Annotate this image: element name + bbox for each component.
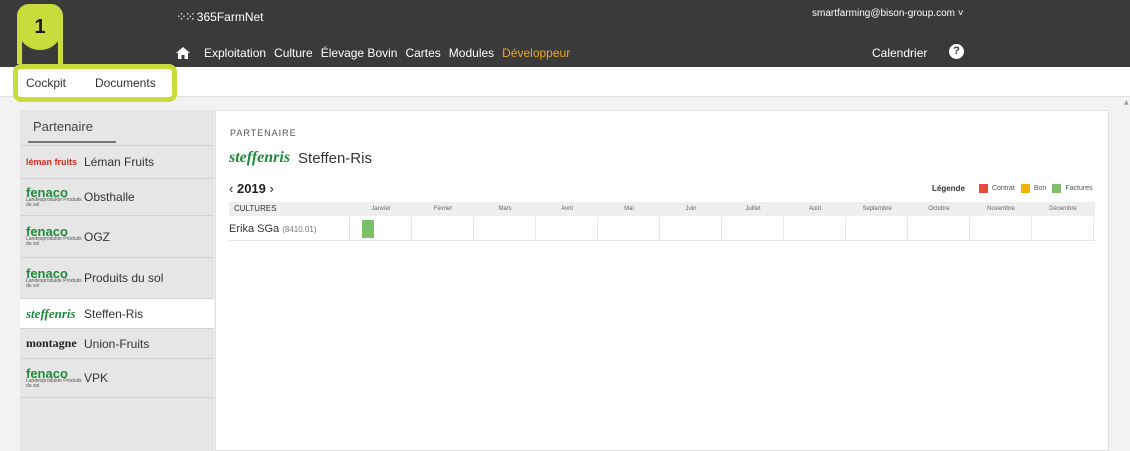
partner-name: Léman Fruits <box>84 155 155 169</box>
nav-modules[interactable]: Modules <box>449 46 494 60</box>
column-header-month: Janvier <box>371 206 391 212</box>
month-cell <box>412 217 474 240</box>
calendar-link[interactable]: Calendrier <box>872 46 927 60</box>
column-header-month: Décembre <box>1049 206 1077 212</box>
next-year-arrow-icon[interactable]: › <box>270 181 274 196</box>
nav-culture[interactable]: Culture <box>274 46 313 60</box>
step-badge: 1 <box>17 4 63 50</box>
column-header-month: Mars <box>498 206 512 212</box>
legend-label-contrat: Contrat <box>991 185 1015 192</box>
legend-swatch-bon <box>1020 184 1030 193</box>
partner-item-leman-fruits[interactable]: léman fruits Léman Fruits <box>20 145 214 178</box>
column-header-month: Novembre <box>987 206 1015 212</box>
sidebar-title: Partenaire <box>33 119 93 134</box>
culture-code: (8410.01) <box>282 225 317 234</box>
help-icon[interactable]: ? <box>949 44 964 59</box>
steffen-ris-logo: steffenris <box>26 305 76 321</box>
month-cell <box>350 217 412 240</box>
legend-title: Légende <box>932 184 965 193</box>
partner-item-ogz[interactable]: fenaco Landesprodukte Produits du sol OGZ <box>20 215 214 257</box>
partner-item-obsthalle[interactable]: fenaco Landesprodukte Produits du sol Obs… <box>20 178 214 215</box>
la-montagne-logo: montagne <box>26 336 77 350</box>
partner-name: Union-Fruits <box>84 336 150 351</box>
app-logo[interactable]: ⁘⁙ 365FarmNet <box>176 9 264 25</box>
nav-elevage-bovin[interactable]: Élevage Bovin <box>321 46 398 60</box>
nav-developpeur[interactable]: Développeur <box>502 46 570 60</box>
fenaco-logo: fenaco Landesprodukte Produits du sol <box>26 265 82 289</box>
partner-item-produits-du-sol[interactable]: fenaco Landesprodukte Produits du sol Pro… <box>20 257 214 298</box>
legend-swatch-factures <box>1052 184 1062 193</box>
scroll-up-arrow-icon[interactable]: ▲ <box>1124 99 1129 106</box>
column-header-month: Juillet <box>745 206 761 212</box>
nav-cartes[interactable]: Cartes <box>405 46 440 60</box>
column-header-month: Octobre <box>928 206 950 212</box>
user-menu[interactable]: smartfarming@bison-group.com ˅ <box>812 8 964 19</box>
month-cell <box>722 217 784 240</box>
partner-name: Produits du sol <box>84 271 164 285</box>
month-cell <box>908 217 970 240</box>
partner-name: VPK <box>84 371 109 385</box>
month-cell <box>846 217 908 240</box>
month-cell <box>784 217 846 240</box>
table-header: CULTURES Janvier Février Mars Avril Mai … <box>229 202 1095 216</box>
nav-exploitation[interactable]: Exploitation <box>204 46 266 60</box>
month-cell <box>536 217 598 240</box>
farmnet-logo-icon: ⁘⁙ <box>176 9 196 24</box>
column-header-month: Février <box>433 206 453 212</box>
month-cell <box>660 217 722 240</box>
column-header-month: Mai <box>624 206 634 212</box>
month-cell <box>1032 217 1094 240</box>
partner-item-union-fruits[interactable]: montagne Union-Fruits <box>20 328 214 358</box>
partner-title: Steffen-Ris <box>298 149 372 167</box>
partner-name: Steffen-Ris <box>84 306 144 321</box>
main-nav: Exploitation Culture Élevage Bovin Carte… <box>176 46 578 60</box>
app-name: 365FarmNet <box>196 10 264 24</box>
leman-fruits-logo: léman fruits <box>26 156 78 167</box>
tab-cockpit[interactable]: Cockpit <box>26 76 66 90</box>
home-icon[interactable] <box>176 47 190 59</box>
section-label: PARTENAIRE <box>230 128 297 138</box>
legend-swatch-contrat <box>978 184 988 193</box>
prev-year-arrow-icon[interactable]: ‹ <box>229 181 233 196</box>
column-header-month: Août <box>808 206 822 212</box>
factures-bar[interactable] <box>362 220 374 238</box>
legend-label-bon: Bon <box>1033 185 1047 192</box>
top-bar: ⁘⁙ 365FarmNet smartfarming@bison-group.c… <box>0 0 1130 67</box>
year-navigator: ‹ 2019 › <box>229 181 274 196</box>
culture-cell: Erika SGa (8410.01) <box>229 217 350 240</box>
partner-item-vpk[interactable]: fenaco Landesprodukte Produits du sol VPK <box>20 358 214 398</box>
legend-label-factures: Factures <box>1065 185 1093 192</box>
sidebar-title-underline <box>28 141 116 143</box>
column-header-month: Septembre <box>862 206 892 212</box>
partner-detail-panel: PARTENAIRE steffenris Steffen-Ris ‹ 2019… <box>215 110 1109 451</box>
page: ⁘⁙ 365FarmNet smartfarming@bison-group.c… <box>0 0 1130 451</box>
partner-name: Obsthalle <box>84 190 135 204</box>
tab-documents[interactable]: Documents <box>95 76 156 90</box>
fenaco-logo: fenaco Landesprodukte Produits du sol <box>26 365 82 389</box>
culture-name: Erika SGa <box>229 223 280 235</box>
column-header-month: Avril <box>561 206 573 212</box>
legend: Légende Contrat Bon Factures <box>932 184 1095 193</box>
steffen-ris-logo: steffenris <box>229 149 291 166</box>
month-cell <box>474 217 536 240</box>
year-label: 2019 <box>236 181 266 196</box>
month-cell <box>598 217 660 240</box>
fenaco-logo: fenaco Landesprodukte Produits du sol <box>26 224 82 247</box>
table-row[interactable]: Erika SGa (8410.01) <box>229 217 1095 241</box>
partner-header: steffenris Steffen-Ris <box>229 149 372 167</box>
partner-sidebar: Partenaire léman fruits Léman Fruits fen… <box>20 110 214 451</box>
column-header-month: Juin <box>685 206 697 212</box>
partner-item-steffen-ris[interactable]: steffenris Steffen-Ris <box>20 298 214 328</box>
partner-name: OGZ <box>84 229 110 244</box>
fenaco-logo: fenaco Landesprodukte Produits du sol <box>26 184 82 208</box>
column-header-cultures: CULTURES <box>234 204 277 213</box>
month-cell <box>970 217 1032 240</box>
